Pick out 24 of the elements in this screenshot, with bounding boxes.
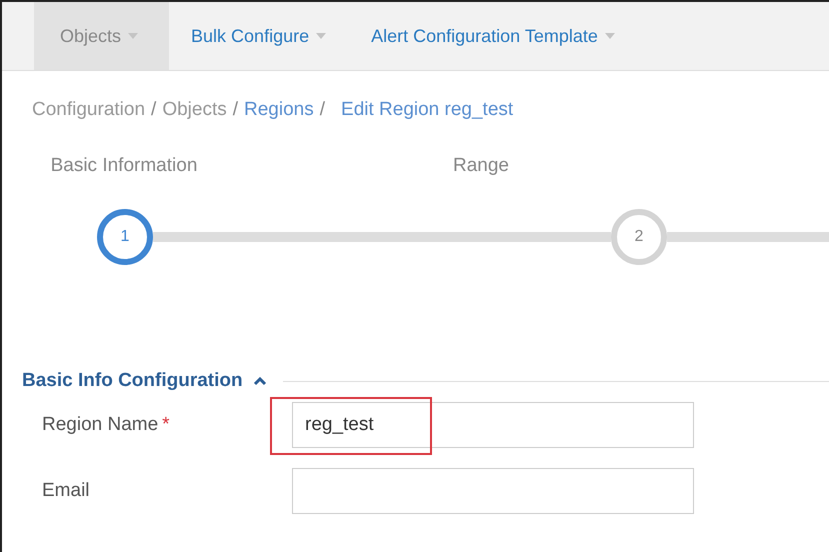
- nav-tab[interactable]: Alert Configuration Template: [349, 2, 638, 70]
- field-label: Email: [42, 480, 90, 501]
- caret-icon: [127, 32, 140, 40]
- caret-icon: [315, 32, 328, 40]
- breadcrumb-item: Configuration: [32, 99, 146, 121]
- caret-icon: [604, 32, 616, 40]
- breadcrumb-separator: /: [320, 99, 326, 121]
- input-field[interactable]: [292, 468, 694, 514]
- section-title: Basic Info Configuration: [22, 370, 243, 392]
- step-circle[interactable]: 2: [611, 209, 667, 265]
- step-label: Range: [453, 155, 509, 176]
- field-label: Region Name: [42, 414, 158, 435]
- input-field[interactable]: reg_test: [292, 402, 694, 448]
- chevron-icon[interactable]: [252, 376, 267, 386]
- step-circle[interactable]: 1: [97, 209, 153, 265]
- nav-tab[interactable]: Objects: [34, 2, 170, 70]
- breadcrumb-current: Edit Region reg_test: [341, 99, 514, 121]
- breadcrumb-link[interactable]: Regions: [244, 99, 314, 121]
- breadcrumb-separator: /: [151, 99, 156, 121]
- breadcrumb-separator: /: [232, 99, 238, 121]
- breadcrumb-item: Objects: [162, 99, 227, 121]
- required-mark: *: [162, 414, 170, 435]
- nav-tab[interactable]: Bulk Configure: [169, 2, 350, 70]
- step-label: Basic Information: [50, 155, 198, 176]
